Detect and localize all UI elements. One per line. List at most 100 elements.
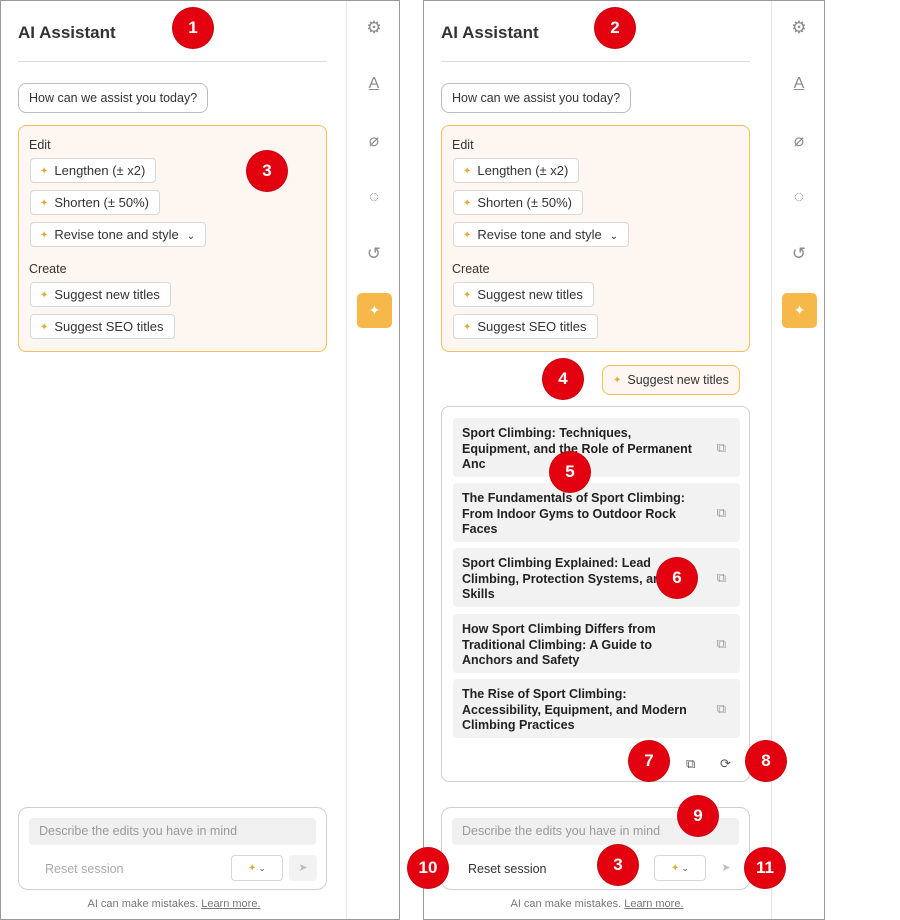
sparkle-icon: ✦: [613, 375, 622, 386]
sparkle-icon: ✦: [248, 863, 257, 874]
callout-badge: 8: [746, 741, 786, 781]
shorten-label: Shorten (± 50%): [477, 195, 572, 210]
send-icon: ➤: [721, 862, 731, 874]
revise-label: Revise tone and style: [54, 227, 179, 242]
tool-rail: ⚙ A ⌀ ◌ ↺ ✦: [771, 1, 824, 919]
prompt-chip: How can we assist you today?: [18, 83, 209, 113]
callout-badge: 1: [173, 8, 213, 48]
suggest-seo-label: Suggest SEO titles: [477, 319, 587, 334]
callout-badge: 9: [678, 796, 718, 836]
learn-more-link[interactable]: Learn more.: [624, 898, 683, 910]
result-text: How Sport Climbing Differs from Traditio…: [462, 622, 656, 667]
shorten-button[interactable]: ✦ Shorten (± 50%): [30, 190, 160, 215]
history-icon[interactable]: ↺: [361, 241, 387, 267]
suggest-seo-button[interactable]: ✦ Suggest SEO titles: [453, 314, 598, 339]
lengthen-label: Lengthen (± x2): [477, 163, 569, 178]
suggest-seo-button[interactable]: ✦ Suggest SEO titles: [30, 314, 175, 339]
disclaimer-text: AI can make mistakes.: [510, 898, 622, 910]
reset-session-button[interactable]: Reset session: [468, 862, 547, 876]
panel-title: AI Assistant: [18, 23, 116, 42]
suggest-titles-label: Suggest new titles: [54, 287, 160, 302]
regenerate-icon[interactable]: ⟳: [720, 756, 731, 772]
history-icon[interactable]: ↺: [786, 241, 812, 267]
input-card: Describe the edits you have in mind Rese…: [18, 807, 327, 890]
chevron-down-icon: ⌄: [609, 231, 619, 242]
copy-icon[interactable]: ⧉: [717, 570, 726, 586]
callout-badge: 2: [595, 8, 635, 48]
tool-rail: ⚙ A ⌀ ◌ ↺ ✦: [346, 1, 399, 919]
suggest-titles-button[interactable]: ✦ Suggest new titles: [453, 282, 594, 307]
copy-icon[interactable]: ⧉: [717, 440, 726, 456]
disclaimer: AI can make mistakes. Learn more.: [1, 898, 347, 910]
lengthen-button[interactable]: ✦ Lengthen (± x2): [30, 158, 157, 183]
shorten-label: Shorten (± 50%): [54, 195, 149, 210]
disclaimer-text: AI can make mistakes.: [87, 898, 199, 910]
revise-tone-button[interactable]: ✦ Revise tone and style ⌄: [30, 222, 207, 247]
paperclip-icon[interactable]: ⌀: [361, 128, 387, 154]
assistant-main: AI Assistant How can we assist you today…: [424, 1, 770, 919]
edit-prompt-input[interactable]: Describe the edits you have in mind: [29, 818, 316, 845]
sparkle-icon: ✦: [671, 863, 680, 874]
result-item: Sport Climbing: Techniques, Equipment, a…: [453, 418, 740, 477]
copy-icon[interactable]: ⧉: [717, 701, 726, 717]
sparkle-icon: ✦: [793, 302, 806, 318]
gear-icon[interactable]: ⚙: [361, 15, 387, 41]
create-section-label: Create: [452, 262, 490, 276]
chevron-down-icon: ⌄: [681, 863, 689, 873]
send-button[interactable]: ➤: [289, 855, 317, 881]
lengthen-button[interactable]: ✦ Lengthen (± x2): [453, 158, 580, 183]
copy-all-icon[interactable]: ⧉: [686, 756, 695, 772]
callout-badge: 6: [657, 558, 697, 598]
chevron-down-icon: ⌄: [258, 863, 266, 873]
text-format-icon[interactable]: A: [361, 71, 387, 97]
sparkle-icon: ✦: [463, 198, 472, 209]
gear-icon[interactable]: ⚙: [786, 15, 812, 41]
model-select[interactable]: ✦ ⌄: [654, 855, 706, 881]
send-button[interactable]: ➤: [712, 855, 740, 881]
callout-badge: 10: [408, 848, 448, 888]
callout-badge: 5: [550, 452, 590, 492]
copy-icon[interactable]: ⧉: [717, 505, 726, 521]
model-select[interactable]: ✦ ⌄: [231, 855, 283, 881]
result-item: How Sport Climbing Differs from Traditio…: [453, 614, 740, 673]
title-divider: [18, 61, 327, 62]
prompt-chip: How can we assist you today?: [441, 83, 632, 113]
assistant-panel-initial: AI Assistant How can we assist you today…: [0, 0, 400, 920]
sent-request-label: Suggest new titles: [627, 373, 729, 387]
revise-tone-button[interactable]: ✦ Revise tone and style ⌄: [453, 222, 630, 247]
suggest-titles-button[interactable]: ✦ Suggest new titles: [30, 282, 171, 307]
sparkle-icon: ✦: [40, 230, 49, 241]
shorten-button[interactable]: ✦ Shorten (± 50%): [453, 190, 583, 215]
result-text: The Fundamentals of Sport Climbing: From…: [462, 491, 685, 536]
sparkle-icon: ✦: [463, 230, 472, 241]
assistant-panel-results: AI Assistant How can we assist you today…: [423, 0, 825, 920]
results-card: Sport Climbing: Techniques, Equipment, a…: [441, 406, 750, 782]
sparkle-icon: ✦: [40, 198, 49, 209]
learn-more-link[interactable]: Learn more.: [201, 898, 260, 910]
result-item: The Fundamentals of Sport Climbing: From…: [453, 483, 740, 542]
suggest-seo-label: Suggest SEO titles: [54, 319, 164, 334]
panel-title: AI Assistant: [441, 23, 539, 42]
paperclip-icon[interactable]: ⌀: [786, 128, 812, 154]
revise-label: Revise tone and style: [477, 227, 602, 242]
callout-badge: 4: [543, 359, 583, 399]
chevron-down-icon: ⌄: [186, 231, 196, 242]
ai-assistant-tab[interactable]: ✦: [782, 293, 817, 328]
callout-badge: 11: [745, 848, 785, 888]
chat-icon[interactable]: ◌: [786, 184, 812, 210]
create-section-label: Create: [29, 262, 67, 276]
text-format-icon[interactable]: A: [786, 71, 812, 97]
title-divider: [441, 61, 750, 62]
reset-session-button[interactable]: Reset session: [45, 862, 124, 876]
sparkle-icon: ✦: [368, 302, 381, 318]
chat-icon[interactable]: ◌: [361, 184, 387, 210]
edit-section-label: Edit: [29, 138, 51, 152]
copy-icon[interactable]: ⧉: [717, 636, 726, 652]
edit-section-label: Edit: [452, 138, 474, 152]
suggest-titles-label: Suggest new titles: [477, 287, 583, 302]
result-text: The Rise of Sport Climbing: Accessibilit…: [462, 687, 687, 732]
callout-badge: 3: [247, 151, 287, 191]
disclaimer: AI can make mistakes. Learn more.: [424, 898, 770, 910]
ai-assistant-tab[interactable]: ✦: [357, 293, 392, 328]
sent-request-chip: ✦ Suggest new titles: [602, 365, 740, 395]
